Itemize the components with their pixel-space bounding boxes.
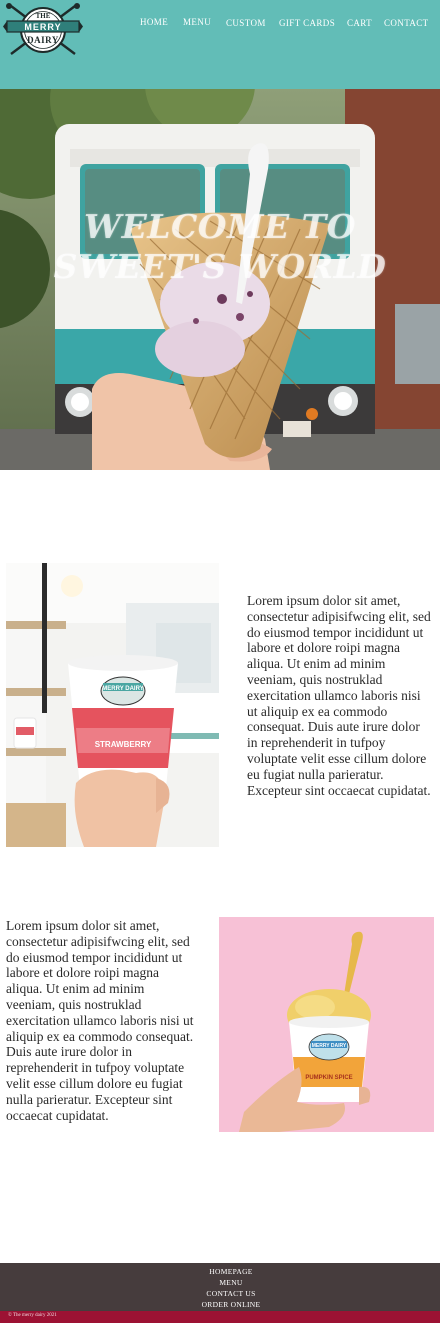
footer-link-homepage[interactable]: HOMEPAGE bbox=[0, 1266, 444, 1277]
svg-text:THE: THE bbox=[36, 12, 51, 20]
pink-photo-pumpkin-cup: MERRY DAIRY PUMPKIN SPICE bbox=[219, 917, 434, 1132]
main-nav: HOME MENU CUSTOM GIFT CARDS CART CONTACT bbox=[138, 17, 438, 33]
hero-banner: WELCOME TO SWEET'S WORLD bbox=[0, 89, 440, 470]
section-2-text: Lorem ipsum dolor sit amet, consectetur … bbox=[6, 918, 194, 1123]
site-header: THE MERRY DAIRY HOME MENU CUSTOM GIFT CA… bbox=[0, 0, 440, 89]
hero-title-line-1: WELCOME TO bbox=[84, 207, 356, 246]
nav-menu[interactable]: MENU bbox=[183, 17, 211, 27]
nav-home[interactable]: HOME bbox=[140, 17, 168, 27]
site-footer: HOMEPAGE MENU CONTACT US ORDER ONLINE bbox=[0, 1263, 440, 1311]
nav-contact[interactable]: CONTACT bbox=[384, 18, 429, 28]
svg-text:MERRY DAIRY: MERRY DAIRY bbox=[312, 1043, 347, 1049]
copyright-bar: © The merry dairy 2021 bbox=[0, 1311, 440, 1323]
svg-text:DAIRY: DAIRY bbox=[27, 35, 59, 45]
footer-link-order-online[interactable]: ORDER ONLINE bbox=[0, 1299, 444, 1310]
footer-links: HOMEPAGE MENU CONTACT US ORDER ONLINE bbox=[0, 1266, 444, 1310]
nav-cart[interactable]: CART bbox=[347, 18, 372, 28]
svg-text:STRAWBERRY: STRAWBERRY bbox=[95, 740, 152, 749]
footer-link-menu[interactable]: MENU bbox=[0, 1277, 444, 1288]
merry-dairy-logo: THE MERRY DAIRY bbox=[3, 3, 83, 55]
hero-title-line-2: SWEET'S WORLD bbox=[53, 247, 387, 286]
copyright-text: © The merry dairy 2021 bbox=[8, 1313, 57, 1318]
shop-photo-strawberry-cup: MERRY DAIRY STRAWBERRY bbox=[6, 563, 219, 847]
svg-text:PUMPKIN SPICE: PUMPKIN SPICE bbox=[305, 1075, 352, 1081]
svg-text:MERRY: MERRY bbox=[24, 22, 61, 32]
nav-gift-cards[interactable]: GIFT CARDS bbox=[279, 18, 335, 28]
section-1-text: Lorem ipsum dolor sit amet, consectetur … bbox=[247, 593, 431, 798]
hero-title: WELCOME TO SWEET'S WORLD bbox=[0, 207, 440, 287]
nav-custom[interactable]: CUSTOM bbox=[226, 18, 266, 28]
footer-link-contact-us[interactable]: CONTACT US bbox=[0, 1288, 444, 1299]
svg-text:MERRY DAIRY: MERRY DAIRY bbox=[102, 686, 143, 692]
